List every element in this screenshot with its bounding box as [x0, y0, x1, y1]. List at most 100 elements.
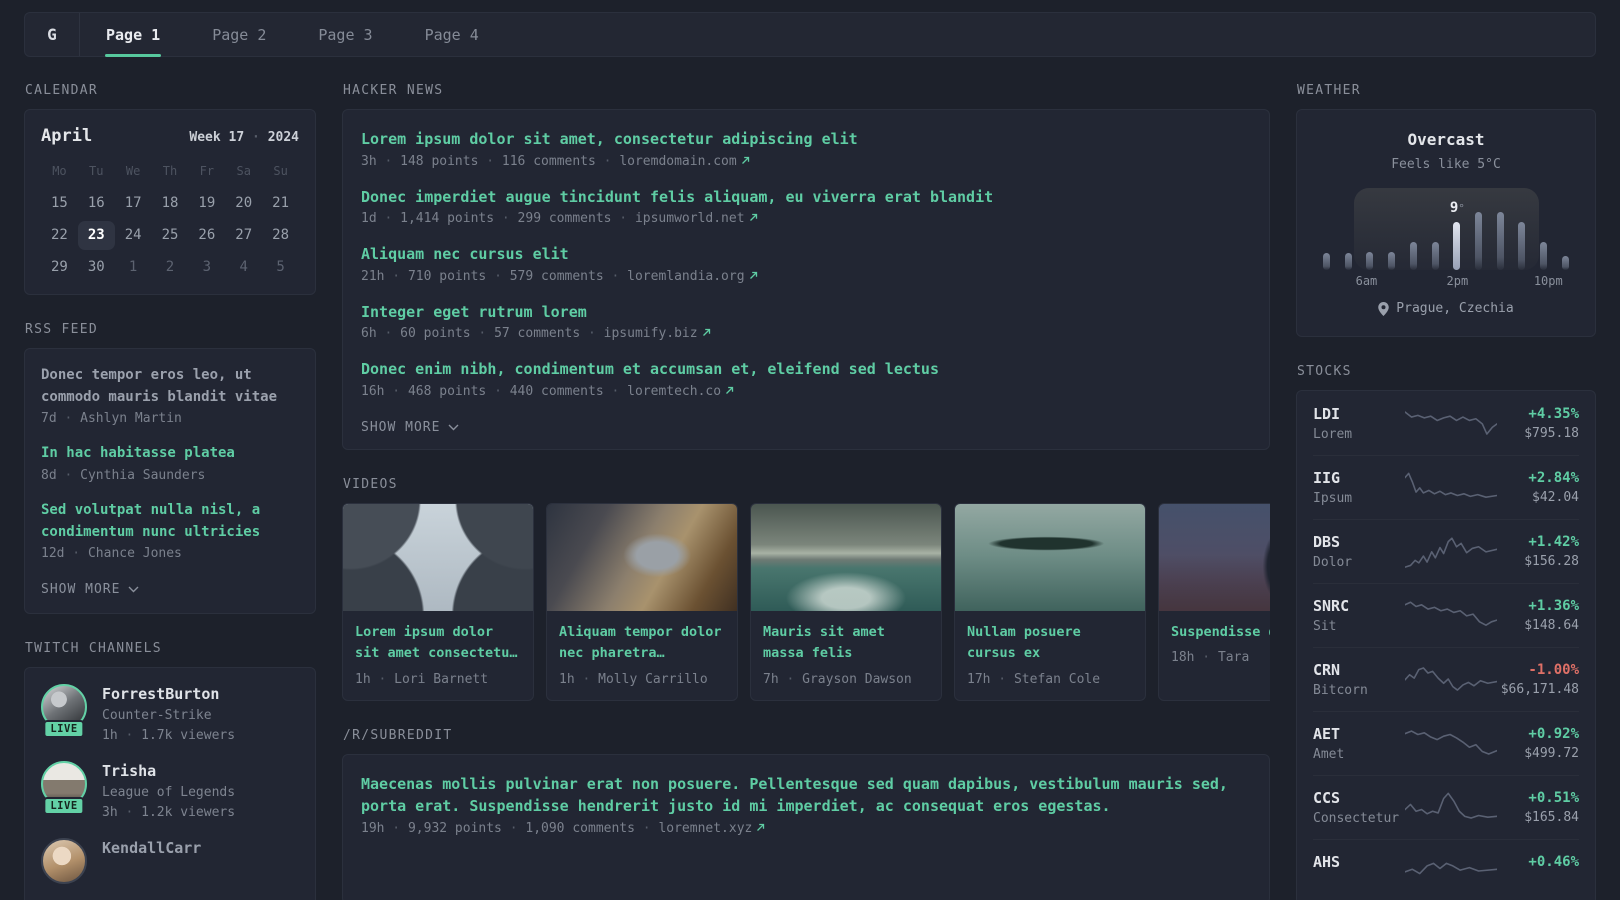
weather-feels-like: Feels like 5°C	[1391, 157, 1501, 172]
separator-dot: ·	[580, 326, 604, 341]
stock-row[interactable]: DBS Dolor +1.42% $156.28	[1313, 518, 1579, 583]
news-item-domain-link[interactable]: loremnet.xyz	[658, 821, 752, 836]
separator-dot: ·	[595, 153, 620, 169]
stock-row[interactable]: CRN Bitcorn -1.00% $66,171.48	[1313, 646, 1579, 711]
stock-row[interactable]: IIG Ipsum +2.84% $42.04	[1313, 454, 1579, 519]
twitch-channel-row[interactable]: KendallCarr	[41, 838, 299, 888]
calendar-day-header: Tu	[89, 164, 104, 178]
weather-hour-label: 6am	[1355, 274, 1378, 288]
news-item-domain-link[interactable]: loremlandia.org	[627, 269, 744, 284]
news-item-comments: 299 comments	[517, 211, 612, 226]
news-item-title[interactable]: Lorem ipsum dolor sit amet, consectetur …	[361, 128, 1251, 151]
video-meta: 18h · Tara	[1171, 650, 1270, 665]
weather-bar	[1409, 242, 1417, 270]
video-meta: 7h · Grayson Dawson	[763, 672, 929, 687]
stock-row[interactable]: LDI Lorem +4.35% $795.18	[1313, 392, 1579, 455]
stock-name	[1313, 875, 1405, 890]
tab-page-4[interactable]: Page 4	[399, 13, 505, 56]
weather-bar	[1431, 242, 1439, 270]
location-pin-icon	[1378, 301, 1390, 316]
calendar-day: 22	[50, 227, 68, 243]
tab-page-2[interactable]: Page 2	[186, 13, 292, 56]
hackernews-section: HACKER NEWS Lorem ipsum dolor sit amet, …	[342, 83, 1270, 450]
news-item-time: 6h	[361, 326, 377, 341]
video-card-body: Suspendisse diam 18h · Tara	[1159, 611, 1270, 679]
news-item-domain-link[interactable]: ipsumify.biz	[604, 326, 698, 341]
video-card[interactable]: Suspendisse diam 18h · Tara	[1158, 502, 1270, 701]
news-item-domain-link[interactable]: loremtech.co	[627, 384, 721, 399]
video-meta: 17h · Stefan Cole	[967, 672, 1133, 687]
stock-row[interactable]: AHS +0.46%	[1313, 838, 1579, 900]
stock-info: CCS Consectetur	[1313, 789, 1405, 826]
video-title[interactable]: Mauris sit amet massa felis	[763, 622, 929, 665]
video-meta: 1h · Molly Carrillo	[559, 672, 725, 687]
news-item-points: 1,414 points	[400, 211, 495, 226]
stock-sparkline	[1405, 470, 1497, 504]
stock-row[interactable]: CCS Consectetur +0.51% $165.84	[1313, 774, 1579, 839]
news-item: Aliquam nec cursus elit 21h · 710 points …	[361, 243, 1251, 284]
rss-item-title[interactable]: Donec tempor eros leo, ut commodo mauris…	[41, 365, 299, 408]
video-title[interactable]: Aliquam tempor dolor nec pharetra…	[559, 622, 725, 665]
twitch-uptime: 3h	[102, 805, 118, 821]
separator-dot: ·	[117, 728, 142, 744]
news-item-points: 148 points	[400, 153, 479, 169]
tab-page-1[interactable]: Page 1	[80, 13, 186, 57]
news-item-title[interactable]: Donec enim nibh, condimentum et accumsan…	[361, 358, 1251, 381]
calendar-header: April Week 17 · 2024	[41, 126, 299, 146]
video-title[interactable]: Lorem ipsum dolor sit amet consectetu…	[355, 622, 521, 665]
news-item-domain-link[interactable]: loremdomain.com	[619, 154, 736, 169]
news-item-title[interactable]: Integer eget rutrum lorem	[361, 301, 1251, 324]
video-card-body: Mauris sit amet massa felis 7h · Grayson …	[751, 611, 941, 700]
stock-row[interactable]: SNRC Sit +1.36% $148.64	[1313, 582, 1579, 647]
video-title[interactable]: Nullam posuere cursus ex	[967, 622, 1133, 665]
rss-item-title[interactable]: Sed volutpat nulla nisl, a condimentum n…	[41, 500, 299, 543]
separator-dot: ·	[603, 268, 628, 284]
stock-row[interactable]: AET Amet +0.92% $499.72	[1313, 710, 1579, 775]
twitch-section-title: TWITCH CHANNELS	[25, 641, 162, 657]
news-item-meta: 6h · 60 points · 57 comments · ipsumify.…	[361, 326, 1251, 341]
stock-info: DBS Dolor	[1313, 533, 1405, 570]
stock-values: +0.46%	[1497, 854, 1579, 889]
news-item-domain-link[interactable]: ipsumworld.net	[635, 211, 745, 226]
calendar-section: CALENDAR April Week 17 · 2024 Mo Tu We Th Fr…	[24, 83, 316, 295]
video-age: 7h	[763, 671, 779, 687]
hackernews-show-more-button[interactable]: SHOW MORE	[361, 420, 459, 435]
video-card[interactable]: Aliquam tempor dolor nec pharetra… 1h · M…	[546, 502, 738, 701]
stock-symbol: SNRC	[1313, 596, 1350, 615]
separator-dot: ·	[486, 268, 510, 284]
rss-item-title[interactable]: In hac habitasse platea	[41, 443, 299, 465]
news-item-title[interactable]: Aliquam nec cursus elit	[361, 243, 1251, 266]
rss-item-time: 8d	[41, 468, 57, 484]
video-thumbnail	[547, 503, 737, 611]
separator-dot: ·	[384, 268, 408, 284]
news-item-time: 21h	[361, 268, 385, 284]
video-age: 1h	[559, 671, 575, 687]
avatar	[41, 838, 87, 885]
rss-show-more-button[interactable]: SHOW MORE	[41, 582, 139, 597]
separator-dot: ·	[470, 326, 495, 341]
calendar-day: 2	[165, 259, 175, 275]
twitch-channel-row[interactable]: LIVE Trisha League of Legends 3h · 1.2k vie…	[41, 761, 299, 820]
news-item-comments: 57 comments	[494, 326, 581, 341]
video-card[interactable]: Nullam posuere cursus ex 17h · Stefan Col…	[954, 502, 1146, 701]
calendar-day-header: Sa	[236, 164, 251, 178]
video-thumbnail	[343, 503, 533, 611]
tab-page-3[interactable]: Page 3	[292, 13, 398, 56]
separator-dot: ·	[634, 820, 659, 836]
rss-item-time: 12d	[41, 546, 65, 562]
twitch-channel-row[interactable]: LIVE ForrestBurton Counter-Strike 1h · 1.7k…	[41, 684, 299, 743]
news-item-title[interactable]: Maecenas mollis pulvinar erat non posuer…	[361, 773, 1251, 818]
stock-price: $795.18	[1524, 425, 1579, 441]
live-badge: LIVE	[43, 797, 85, 816]
video-title[interactable]: Suspendisse diam	[1171, 622, 1270, 644]
separator-dot: ·	[1194, 650, 1218, 666]
stock-price: $66,171.48	[1500, 681, 1579, 697]
calendar-day: 1	[128, 259, 138, 275]
news-item-time: 16h	[361, 383, 385, 399]
stocks-widget: LDI Lorem +4.35% $795.18 IIG Ipsum +2.84% $42.0…	[1296, 389, 1596, 900]
news-item-title[interactable]: Donec imperdiet augue tincidunt felis al…	[361, 186, 1251, 209]
video-card[interactable]: Lorem ipsum dolor sit amet consectetu… 1h…	[342, 502, 534, 701]
twitch-channel-info: ForrestBurton Counter-Strike 1h · 1.7k vie…	[102, 684, 235, 743]
stock-sparkline	[1405, 854, 1497, 888]
video-card[interactable]: Mauris sit amet massa felis 7h · Grayson …	[750, 502, 942, 701]
